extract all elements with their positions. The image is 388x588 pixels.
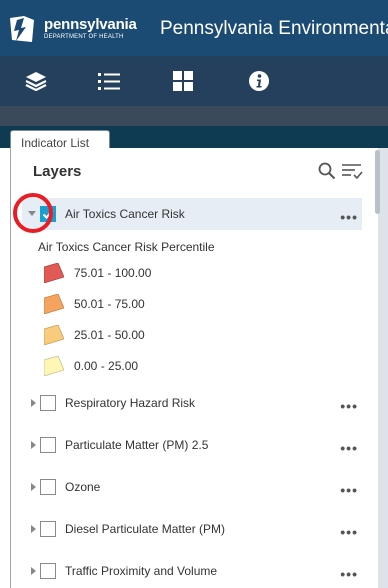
expand-caret-icon[interactable] [31, 525, 36, 533]
legend-swatch [44, 325, 64, 345]
info-icon [249, 71, 269, 91]
toolbar-divider [0, 106, 388, 126]
search-icon[interactable] [318, 162, 336, 180]
layer-options-button[interactable]: ••• [340, 482, 358, 498]
tab-indicator-list[interactable]: Indicator List [10, 130, 110, 150]
layer-options-button[interactable]: ••• [340, 440, 358, 456]
logo-subtitle: DEPARTMENT OF HEALTH [44, 34, 124, 40]
layer-row-particulate-matter-pm25[interactable]: Particulate Matter (PM) 2.5 ••• [22, 429, 362, 461]
layer-row-respiratory-hazard-risk[interactable]: Respiratory Hazard Risk ••• [22, 387, 362, 419]
layer-checkbox[interactable] [40, 479, 56, 495]
panel-title: Layers [33, 163, 82, 180]
legend-label: 0.00 - 25.00 [74, 359, 139, 373]
expand-caret-icon[interactable] [31, 441, 36, 449]
legend-swatch [44, 263, 64, 283]
grid-icon [173, 71, 193, 91]
layer-options-button[interactable]: ••• [340, 524, 358, 540]
layer-label: Diesel Particulate Matter (PM) [65, 522, 226, 536]
layers-button[interactable] [11, 56, 61, 106]
layer-row-traffic-proximity-and-volume[interactable]: Traffic Proximity and Volume ••• [22, 555, 362, 587]
list-icon [98, 73, 120, 90]
layers-icon [25, 72, 47, 91]
pennsylvania-logo-icon [10, 16, 34, 42]
expand-caret-icon[interactable] [31, 567, 36, 575]
app-title: Pennsylvania Environmental [160, 18, 388, 39]
expand-caret-icon[interactable] [31, 483, 36, 491]
layer-label: Air Toxics Cancer Risk [65, 207, 185, 221]
layer-row-diesel-particulate-matter[interactable]: Diesel Particulate Matter (PM) ••• [22, 513, 362, 545]
layer-checkbox[interactable] [40, 437, 56, 453]
legend-title: Air Toxics Cancer Risk Percentile [38, 240, 215, 254]
layer-options-button[interactable]: ••• [340, 566, 358, 582]
layer-label: Ozone [65, 480, 101, 494]
layer-label: Traffic Proximity and Volume [65, 564, 218, 578]
app-header: pennsylvania DEPARTMENT OF HEALTH Pennsy… [0, 0, 388, 56]
layer-options-button[interactable]: ••• [340, 209, 358, 225]
layer-checkbox[interactable] [40, 395, 56, 411]
layer-options-button[interactable]: ••• [340, 398, 358, 414]
basemap-gallery-button[interactable] [158, 56, 208, 106]
legend-label: 25.01 - 50.00 [74, 328, 145, 342]
layer-row-air-toxics-cancer-risk[interactable]: Air Toxics Cancer Risk ••• [22, 198, 362, 230]
legend-swatch [44, 356, 64, 376]
about-button[interactable] [234, 56, 284, 106]
legend-label: 50.01 - 75.00 [74, 297, 145, 311]
highlight-annotation-circle [13, 193, 53, 233]
expand-caret-icon[interactable] [31, 399, 36, 407]
logo-wordmark: pennsylvania [44, 16, 137, 33]
panel-scrollbar[interactable] [375, 150, 380, 214]
layer-label: Respiratory Hazard Risk [65, 396, 196, 410]
widget-toolbar [0, 56, 388, 106]
layer-checkbox[interactable] [40, 521, 56, 537]
legend-swatch [44, 294, 64, 314]
legend-label: 75.01 - 100.00 [74, 266, 152, 280]
map-edge [378, 148, 388, 588]
filter-list-icon[interactable] [341, 162, 363, 180]
layer-label: Particulate Matter (PM) 2.5 [65, 438, 209, 452]
layer-row-ozone[interactable]: Ozone ••• [22, 471, 362, 503]
legend-list-button[interactable] [84, 56, 134, 106]
layer-checkbox[interactable] [40, 563, 56, 579]
